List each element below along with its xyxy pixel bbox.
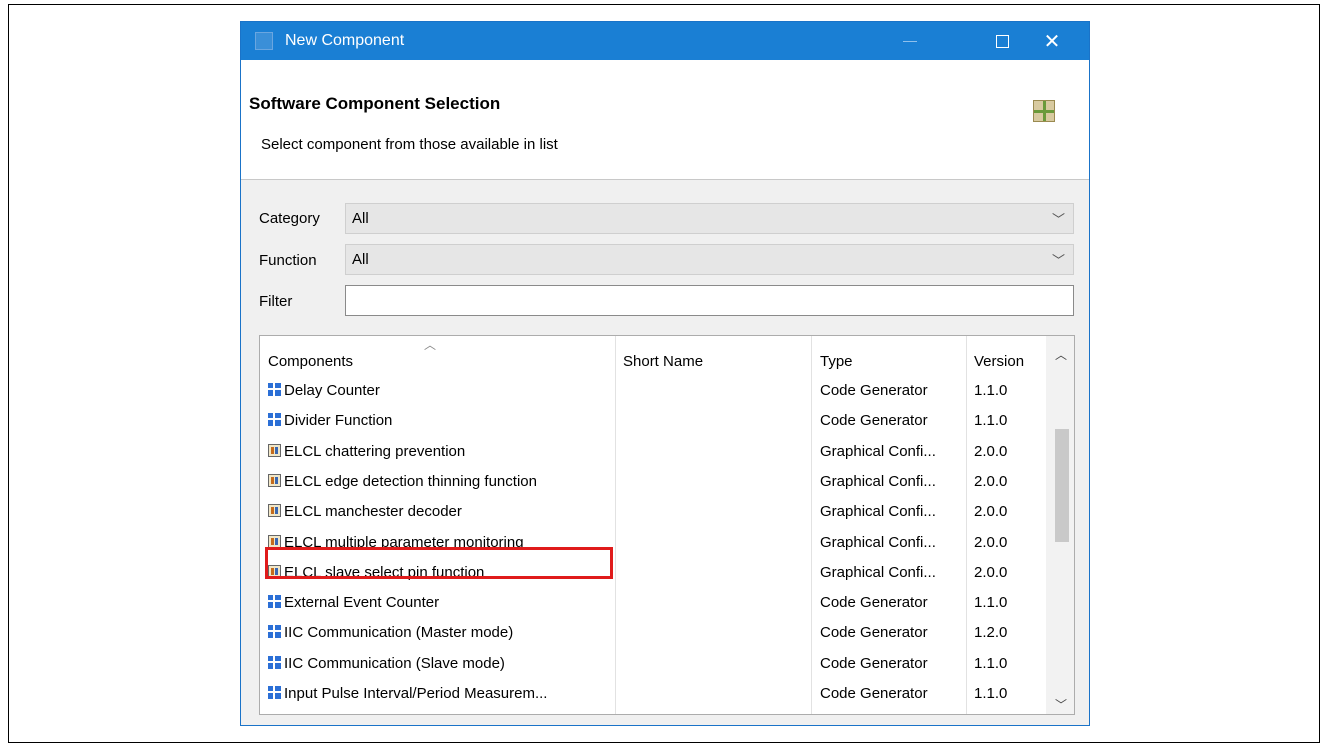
- table-row[interactable]: IIC Communication (Slave mode) Code Gener…: [260, 649, 1046, 679]
- code-generator-icon: [268, 413, 281, 427]
- category-select[interactable]: All ﹀: [345, 203, 1074, 234]
- type-cell: Graphical Confi...: [820, 472, 936, 490]
- highlight-box: [265, 547, 613, 579]
- version-cell: 1.1.0: [974, 594, 1008, 612]
- component-name: ELCL edge detection thinning function: [284, 472, 537, 490]
- type-cell: Graphical Confi...: [820, 533, 936, 551]
- table-row[interactable]: ELCL chattering prevention Graphical Conf…: [260, 437, 1046, 467]
- table-row[interactable]: ELCL edge detection thinning function Gra…: [260, 467, 1046, 497]
- table-row[interactable]: External Event Counter Code Generator 1.1.…: [260, 588, 1046, 618]
- column-short-name[interactable]: Short Name: [623, 353, 703, 370]
- code-generator-icon: [268, 383, 281, 396]
- component-name-cell: Delay Counter: [268, 382, 613, 399]
- minimize-icon: [903, 40, 917, 42]
- type-cell: Code Generator: [820, 685, 928, 702]
- function-label: Function: [259, 252, 317, 269]
- component-name-cell: ELCL edge detection thinning function: [268, 473, 613, 490]
- graphical-config-icon: [268, 504, 281, 518]
- sort-ascending-icon[interactable]: ︿: [424, 336, 436, 353]
- scroll-up-icon[interactable]: ︿: [1055, 346, 1067, 363]
- code-generator-icon: [268, 686, 281, 699]
- version-cell: 2.0.0: [974, 442, 1008, 460]
- type-cell: Graphical Confi...: [820, 563, 936, 581]
- component-name-cell: External Event Counter: [268, 594, 613, 611]
- title-bar[interactable]: New Component ✕: [241, 22, 1089, 60]
- type-cell: Code Generator: [820, 594, 928, 612]
- component-name: Delay Counter: [284, 382, 380, 399]
- version-cell: 2.0.0: [974, 533, 1008, 551]
- table-row[interactable]: ELCL manchester decoder Graphical Confi..…: [260, 497, 1046, 527]
- type-cell: Code Generator: [820, 412, 928, 430]
- table-row[interactable]: Delay Counter Code Generator 1.1.0: [260, 376, 1046, 406]
- component-name-cell: IIC Communication (Slave mode): [268, 655, 613, 672]
- component-name-cell: Input Pulse Interval/Period Measurem...: [268, 685, 613, 702]
- column-components[interactable]: Components: [268, 353, 353, 370]
- minimize-button[interactable]: [887, 22, 933, 60]
- component-name: IIC Communication (Slave mode): [284, 654, 505, 672]
- category-value: All: [352, 210, 369, 227]
- type-cell: Graphical Confi...: [820, 442, 936, 460]
- close-button[interactable]: ✕: [1029, 22, 1075, 60]
- type-cell: Code Generator: [820, 654, 928, 672]
- new-component-dialog: New Component ✕ Software Component Selec…: [240, 21, 1090, 726]
- window-title: New Component: [285, 32, 405, 49]
- component-name-cell: ELCL chattering prevention: [268, 443, 613, 460]
- component-icon: [1033, 100, 1055, 122]
- table-header: ︿ Components Short Name Type Version: [260, 336, 1060, 376]
- component-name-cell: IIC Communication (Master mode): [268, 624, 613, 641]
- table-row[interactable]: Input Pulse Interval/Period Measurem... C…: [260, 679, 1046, 709]
- type-cell: Code Generator: [820, 624, 928, 642]
- version-cell: 1.1.0: [974, 654, 1008, 672]
- component-name: IIC Communication (Master mode): [284, 624, 514, 642]
- chevron-down-icon: ﹀: [1051, 212, 1065, 227]
- scroll-thumb[interactable]: [1055, 429, 1069, 542]
- vertical-scrollbar[interactable]: ︿ ﹀: [1046, 336, 1074, 714]
- component-name-cell: Divider Function: [268, 412, 613, 429]
- column-version[interactable]: Version: [974, 353, 1024, 370]
- component-name: Divider Function: [284, 412, 393, 430]
- version-cell: 2.0.0: [974, 503, 1008, 521]
- version-cell: 1.1.0: [974, 412, 1008, 430]
- table-row[interactable]: Input Signal High-/Low-Level Width ...Co…: [260, 709, 1046, 714]
- page-description: Select component from those available in…: [261, 136, 558, 153]
- type-cell: Code Generator: [820, 382, 928, 399]
- code-generator-icon: [268, 655, 281, 669]
- app-icon: [255, 32, 273, 50]
- function-select[interactable]: All ﹀: [345, 244, 1074, 275]
- filter-input[interactable]: [345, 285, 1074, 316]
- graphical-config-icon: [268, 443, 281, 457]
- graphical-config-icon: [268, 534, 281, 548]
- page-title: Software Component Selection: [249, 94, 501, 113]
- column-type[interactable]: Type: [820, 353, 853, 370]
- code-generator-icon: [268, 625, 281, 639]
- version-cell: 1.1.0: [974, 685, 1008, 702]
- components-table: ︿ Components Short Name Type Version Del…: [259, 335, 1075, 715]
- chevron-down-icon: ﹀: [1051, 253, 1065, 268]
- graphical-config-icon: [268, 473, 281, 487]
- type-cell: Graphical Confi...: [820, 503, 936, 521]
- version-cell: 1.2.0: [974, 624, 1008, 642]
- component-name: ELCL chattering prevention: [284, 442, 466, 460]
- filter-label: Filter: [259, 293, 293, 310]
- version-cell: 2.0.0: [974, 563, 1008, 581]
- component-name-cell: ELCL manchester decoder: [268, 503, 613, 520]
- table-row[interactable]: Divider Function Code Generator 1.1.0: [260, 406, 1046, 436]
- component-name: ELCL manchester decoder: [284, 503, 462, 521]
- maximize-button[interactable]: [979, 22, 1025, 60]
- scroll-down-icon[interactable]: ﹀: [1055, 696, 1067, 713]
- version-cell: 2.0.0: [974, 472, 1008, 490]
- version-cell: 1.1.0: [974, 382, 1008, 399]
- table-row[interactable]: IIC Communication (Master mode) Code Gene…: [260, 618, 1046, 648]
- code-generator-icon: [268, 595, 281, 609]
- function-value: All: [352, 251, 369, 268]
- component-name: External Event Counter: [284, 594, 440, 612]
- category-label: Category: [259, 210, 320, 227]
- wizard-header: Software Component Selection Select comp…: [241, 60, 1089, 180]
- maximize-icon: [995, 34, 1009, 48]
- component-name: Input Pulse Interval/Period Measurem...: [284, 685, 548, 702]
